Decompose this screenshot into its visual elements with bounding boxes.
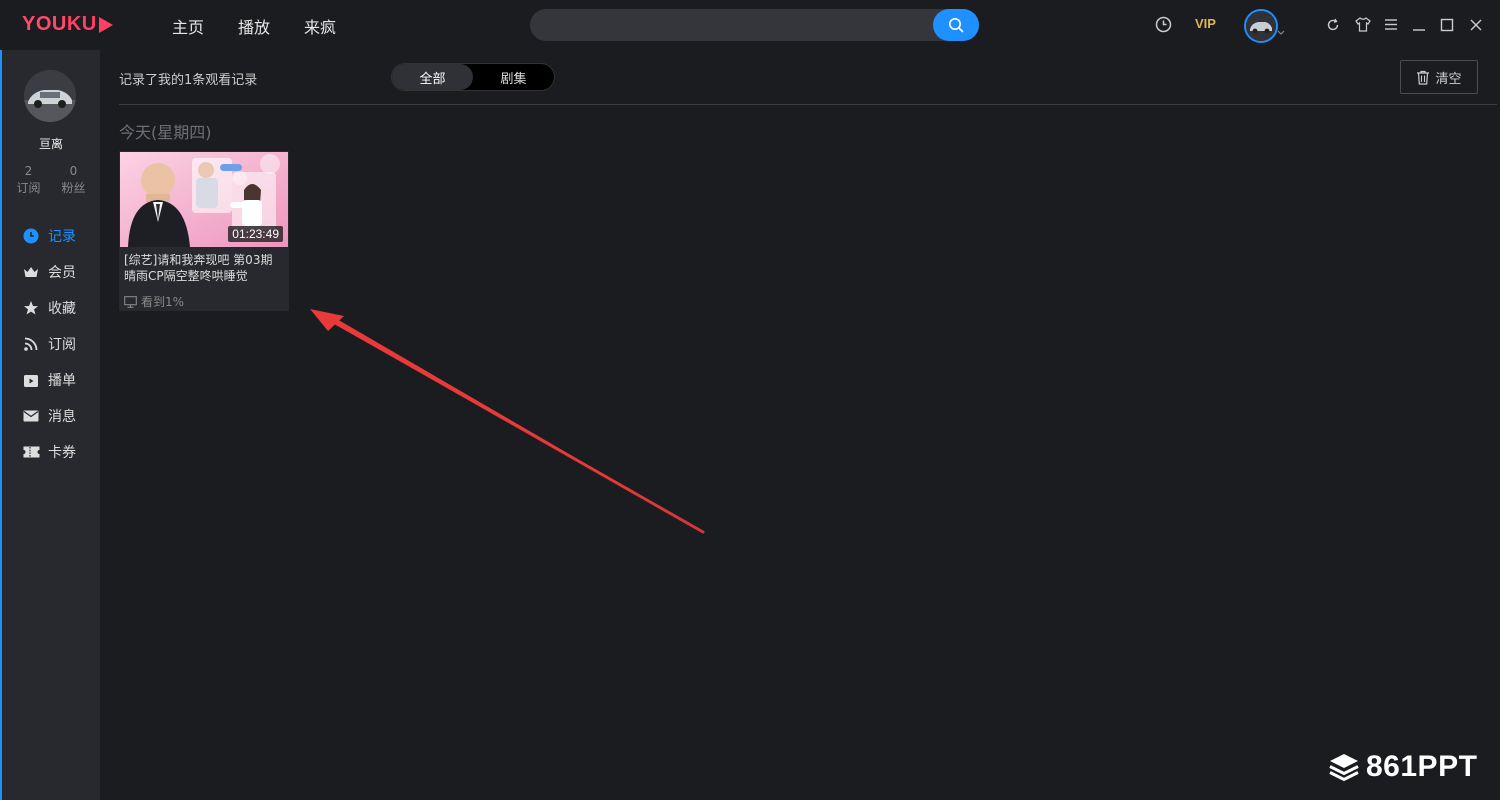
watermark-text: 861PPT bbox=[1366, 750, 1478, 783]
annotation-arrow bbox=[310, 309, 705, 534]
watermark: 861PPT bbox=[1328, 750, 1477, 784]
stack-layers-icon bbox=[1329, 754, 1359, 782]
